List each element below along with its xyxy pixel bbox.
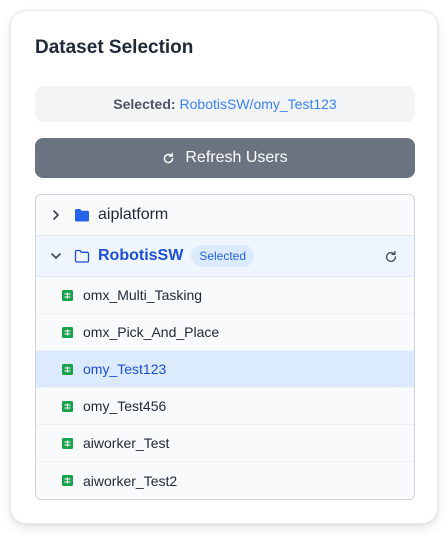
dataset-name: omx_Pick_And_Place [83,324,220,340]
dataset-item[interactable]: omx_Pick_And_Place [36,314,414,351]
org-name: aiplatform [98,206,169,223]
selected-value: RobotisSW/omy_Test123 [179,96,337,112]
dataset-table-icon [62,326,73,338]
dataset-name: aiworker_Test [83,435,170,451]
org-item-aiplatform[interactable]: aiplatform [36,195,414,236]
panel-title: Dataset Selection [35,37,194,58]
chevron-right-icon[interactable] [50,209,62,221]
folder-outline-icon [74,249,90,263]
dataset-name: aiworker_Test2 [83,472,178,489]
dataset-table-icon [62,437,73,449]
dataset-item[interactable]: omy_Test456 [36,388,414,425]
org-name: RobotisSW [98,247,184,264]
dataset-list: omx_Multi_Tasking omx_Pick_And_Place omy… [36,277,414,499]
refresh-icon [164,152,174,163]
org-refresh-icon[interactable] [384,250,398,264]
dataset-table-icon [62,289,73,301]
folder-solid-icon [74,208,90,222]
refresh-users-button[interactable]: Refresh Users [35,138,415,178]
dataset-item[interactable]: omx_Multi_Tasking [36,277,414,314]
dataset-name: omx_Multi_Tasking [83,287,203,303]
dataset-item[interactable]: aiworker_Test2 [36,462,414,499]
dataset-name: omy_Test123 [83,361,167,377]
dataset-selection-panel: Dataset Selection Selected: RobotisSW/om… [10,10,438,524]
chevron-down-icon[interactable] [50,250,62,262]
dataset-table-icon [62,363,73,375]
dataset-tree: aiplatform RobotisSW Selected omx_Multi_… [35,194,415,500]
selected-badge: Selected [191,245,255,267]
selected-dataset-display: Selected: RobotisSW/omy_Test123 [35,86,415,122]
selected-label: Selected: [113,96,176,112]
dataset-name: omy_Test456 [83,398,167,414]
dataset-table-icon [62,400,73,412]
refresh-button-label: Refresh Users [185,149,288,166]
dataset-item-selected[interactable]: omy_Test123 [36,351,414,388]
org-item-robotissw[interactable]: RobotisSW Selected [36,236,414,277]
dataset-item[interactable]: aiworker_Test [36,425,414,462]
dataset-table-icon [62,475,73,486]
